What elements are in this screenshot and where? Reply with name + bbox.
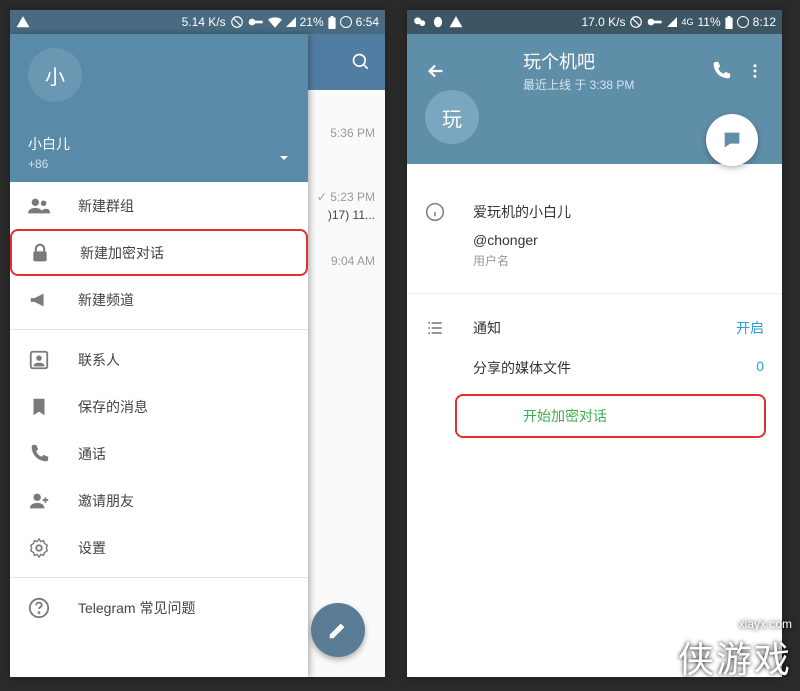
- progress-circle-icon: [340, 16, 352, 28]
- menu-label: 设置: [78, 538, 106, 558]
- search-icon[interactable]: [351, 52, 371, 72]
- phone-left: 5.14 K/s 21% 6:54 5:36 PM ✓ 5:23 PM )17)…: [10, 10, 385, 677]
- menu-label: 保存的消息: [78, 397, 148, 417]
- menu-faq[interactable]: Telegram 常见问题: [10, 584, 308, 631]
- menu-label: 新建频道: [78, 290, 134, 310]
- status-bar: 5.14 K/s 21% 6:54: [10, 10, 385, 34]
- chevron-down-icon[interactable]: [276, 150, 292, 166]
- menu-calls[interactable]: 通话: [10, 430, 308, 477]
- back-arrow-icon[interactable]: [425, 60, 447, 82]
- nosync-icon: [230, 15, 244, 29]
- bookmark-icon: [28, 396, 50, 418]
- progress-circle-icon: [737, 16, 749, 28]
- chat-header: [305, 34, 385, 90]
- notifications-row[interactable]: 通知 开启: [407, 308, 782, 348]
- menu-new-channel[interactable]: 新建频道: [10, 276, 308, 323]
- group-icon: [28, 195, 50, 217]
- profile-avatar[interactable]: 玩: [425, 90, 479, 144]
- notif-label: 通知: [473, 320, 501, 336]
- phone-right: 17.0 K/s 4G 11% 8:12 玩个机吧 最近上线 于 3:38 PM…: [407, 10, 782, 677]
- info-row: 爱玩机的小白儿 @chonger 用户名: [407, 192, 782, 279]
- menu-new-group[interactable]: 新建群组: [10, 182, 308, 229]
- menu-label: 联系人: [78, 350, 120, 370]
- notif-icon: [16, 15, 30, 29]
- drawer-phone: +86: [28, 157, 290, 171]
- signal-label: 4G: [681, 17, 693, 27]
- menu-label: 通话: [78, 444, 106, 464]
- add-person-icon: [28, 490, 50, 512]
- start-secret-chat-row[interactable]: 开始加密对话: [455, 394, 766, 438]
- wechat-icon: [413, 15, 427, 29]
- menu-label: Telegram 常见问题: [78, 598, 195, 618]
- chat-time-1: 5:36 PM: [305, 126, 385, 140]
- battery-icon: [725, 16, 733, 29]
- pencil-icon: [327, 619, 349, 641]
- nosync-icon: [629, 15, 643, 29]
- contact-icon: [28, 349, 50, 371]
- warning-icon: [449, 15, 463, 29]
- chat-time-2: ✓ 5:23 PM: [305, 190, 385, 204]
- help-icon: [28, 597, 50, 619]
- media-label: 分享的媒体文件: [473, 360, 571, 376]
- gear-icon: [28, 537, 50, 559]
- avatar-char: 小: [45, 61, 65, 90]
- media-value: 0: [756, 358, 764, 374]
- info-name: 爱玩机的小白儿: [473, 202, 764, 222]
- vpn-key-icon: [248, 17, 264, 27]
- clock-time: 8:12: [753, 15, 776, 29]
- chat-time-3: 9:04 AM: [305, 254, 385, 268]
- compose-fab[interactable]: [311, 603, 365, 657]
- menu-label: 邀请朋友: [78, 491, 134, 511]
- menu-saved[interactable]: 保存的消息: [10, 383, 308, 430]
- chat-icon: [721, 129, 743, 151]
- info-icon: [425, 202, 445, 222]
- menu-label: 新建群组: [78, 196, 134, 216]
- drawer-header: 小 小白儿 +86: [10, 34, 308, 182]
- wifi-icon: [268, 17, 282, 28]
- profile-body: 爱玩机的小白儿 @chonger 用户名 通知 开启 分享的媒体文件 0 开始加…: [407, 164, 782, 438]
- more-icon[interactable]: [746, 60, 764, 82]
- divider: [10, 329, 308, 330]
- phone-icon[interactable]: [710, 60, 732, 82]
- clock-time: 6:54: [356, 15, 379, 29]
- watermark: xiayx.com 侠游戏: [678, 617, 792, 683]
- message-fab[interactable]: [706, 114, 758, 166]
- vpn-key-icon: [647, 17, 663, 27]
- watermark-site: xiayx.com: [678, 617, 792, 631]
- lock-icon: [30, 242, 50, 264]
- megaphone-icon: [28, 289, 50, 311]
- drawer-menu: 新建群组 新建加密对话 新建频道 联系人 保存的消息 通话: [10, 182, 308, 631]
- divider: [10, 577, 308, 578]
- net-speed: 5.14 K/s: [182, 15, 226, 29]
- info-username-label: 用户名: [473, 252, 764, 269]
- notif-value: 开启: [736, 318, 764, 338]
- list-icon: [425, 318, 445, 338]
- drawer-username: 小白儿: [28, 134, 290, 154]
- menu-settings[interactable]: 设置: [10, 524, 308, 571]
- signal-icon: [286, 17, 296, 27]
- signal-icon: [667, 17, 677, 27]
- profile-subtitle: 最近上线 于 3:38 PM: [523, 76, 696, 93]
- menu-contacts[interactable]: 联系人: [10, 336, 308, 383]
- secret-chat-label: 开始加密对话: [523, 406, 607, 426]
- nav-drawer: 小 小白儿 +86 新建群组 新建加密对话 新建频道 联系人: [10, 34, 308, 677]
- battery-pct: 21%: [300, 15, 324, 29]
- chat-text-2: )17) 11...: [305, 208, 385, 222]
- net-speed: 17.0 K/s: [581, 15, 625, 29]
- battery-pct: 11%: [698, 15, 721, 29]
- menu-invite[interactable]: 邀请朋友: [10, 477, 308, 524]
- info-username: @chonger: [473, 232, 764, 248]
- avatar-char: 玩: [442, 103, 462, 132]
- shared-media-row[interactable]: 分享的媒体文件 0: [407, 348, 782, 388]
- watermark-text: 侠游戏: [678, 640, 792, 680]
- menu-new-secret-chat[interactable]: 新建加密对话: [10, 229, 308, 276]
- avatar[interactable]: 小: [28, 48, 82, 102]
- status-bar: 17.0 K/s 4G 11% 8:12: [407, 10, 782, 34]
- profile-title: 玩个机吧: [523, 48, 696, 74]
- phone-icon: [28, 443, 50, 465]
- menu-label: 新建加密对话: [80, 243, 164, 263]
- qq-icon: [431, 15, 445, 29]
- battery-icon: [328, 16, 336, 29]
